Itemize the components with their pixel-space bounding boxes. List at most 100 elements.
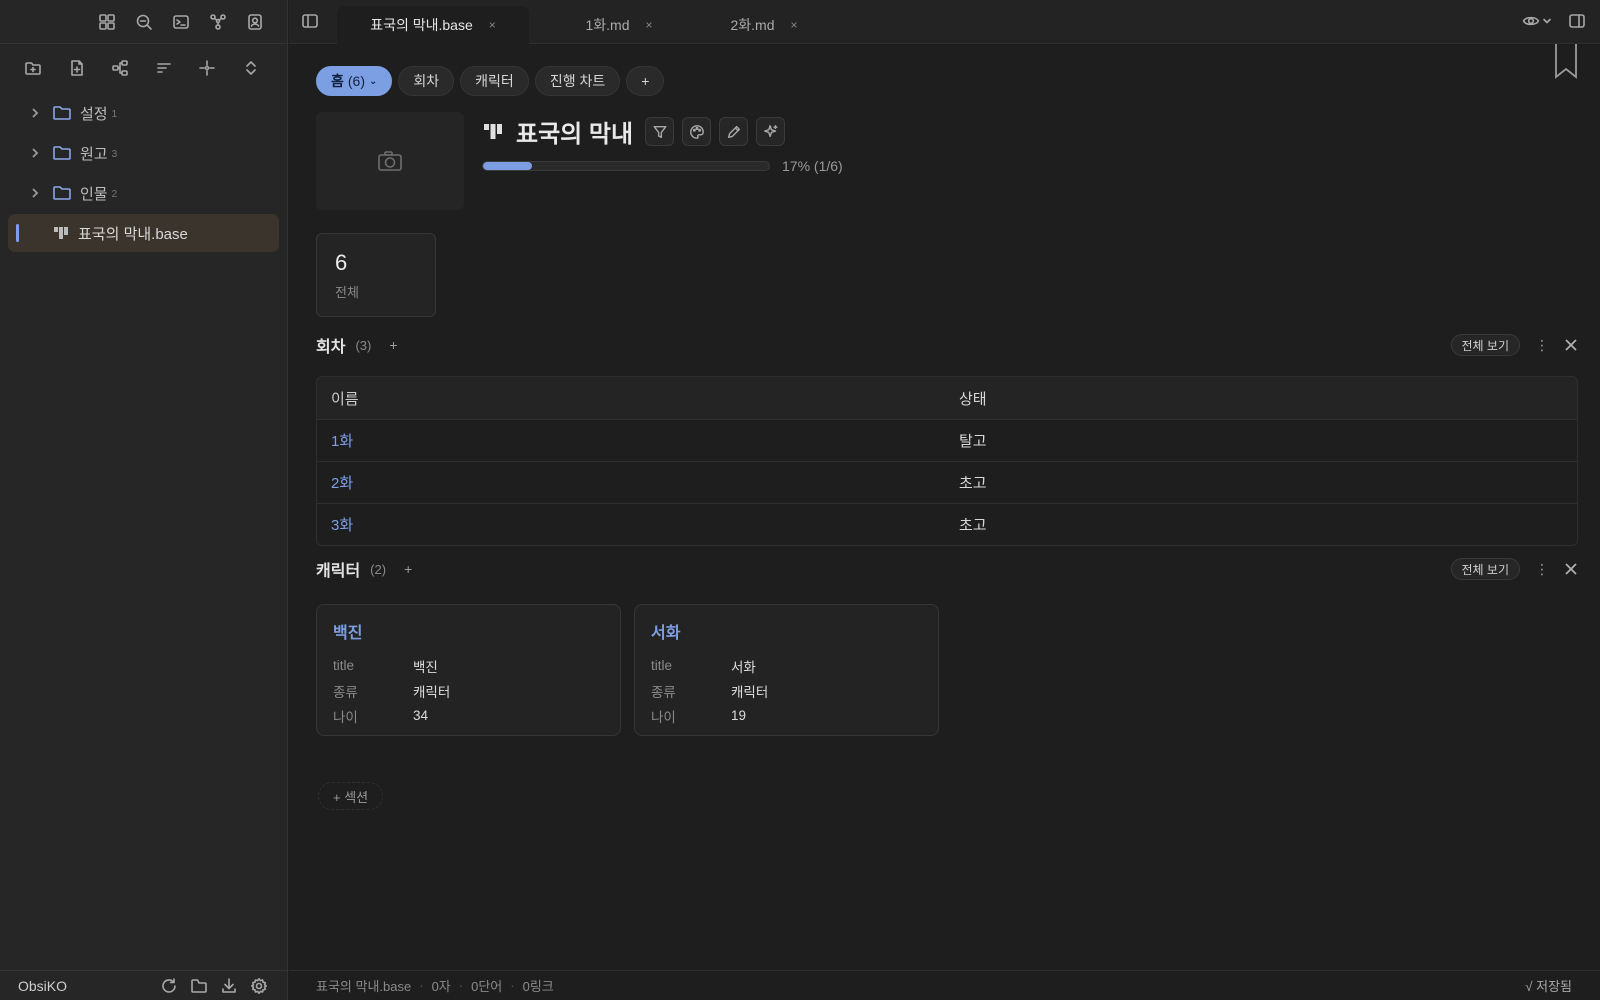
add-section-button[interactable]: + 섹션 — [318, 782, 384, 810]
filter-button[interactable] — [645, 117, 675, 146]
close-icon[interactable] — [1564, 562, 1578, 576]
more-options-button[interactable]: ⋮ — [1534, 561, 1550, 578]
tab-episode-2[interactable]: 2화.md × — [694, 6, 834, 44]
terminal-button[interactable] — [162, 7, 199, 37]
eye-icon — [1522, 16, 1540, 26]
dashboard-button[interactable] — [88, 7, 125, 37]
more-options-button[interactable]: ⋮ — [1534, 337, 1550, 354]
property-row: 나이 34 — [333, 703, 604, 728]
status-cell: 탈고 — [959, 433, 987, 450]
stat-card-total[interactable]: 6 전체 — [316, 233, 436, 317]
toggle-right-sidebar-button[interactable] — [1568, 12, 1586, 30]
contact-card-icon — [247, 13, 262, 30]
tree-file-base[interactable]: 표국의 막내.base — [8, 214, 279, 252]
tree-folder-settings[interactable]: 설정 1 — [8, 94, 279, 132]
close-icon[interactable] — [1564, 338, 1578, 352]
folder-icon — [53, 186, 71, 200]
tree-item-label: 설정 — [80, 105, 108, 123]
file-tree: 설정 1 원고 3 인물 2 표국의 막내.base — [0, 92, 287, 252]
theme-button[interactable] — [682, 117, 712, 146]
episode-link[interactable]: 2화 — [331, 475, 353, 492]
tab-base[interactable]: 표국의 막내.base × — [337, 6, 529, 44]
chevron-right-icon — [32, 108, 39, 118]
add-view-button[interactable]: + — [626, 66, 665, 96]
view-mode-button[interactable] — [1522, 12, 1552, 30]
canvas-button[interactable] — [109, 52, 153, 84]
column-header-name[interactable]: 이름 — [317, 388, 945, 409]
ai-assist-button[interactable] — [756, 117, 786, 146]
search-button[interactable] — [125, 7, 162, 37]
tab-close-button[interactable]: × — [646, 18, 653, 32]
section-tools: 전체 보기 ⋮ — [1450, 334, 1579, 356]
tab-episode-1[interactable]: 1화.md × — [549, 6, 689, 44]
palette-icon — [689, 124, 704, 139]
property-row: title 백진 — [333, 653, 604, 678]
view-all-button[interactable]: 전체 보기 — [1450, 558, 1520, 580]
character-card[interactable]: 서화 title 서화 종류 캐릭터 나이 19 — [634, 604, 939, 736]
cover-image-placeholder[interactable] — [316, 112, 464, 210]
file-plus-icon — [70, 60, 83, 76]
reveal-active-file-button[interactable] — [196, 52, 240, 84]
page-title: 표국의 막내 — [516, 121, 634, 148]
pill-episodes[interactable]: 회차 — [398, 66, 455, 96]
property-value: 백진 — [413, 659, 438, 675]
profile-button[interactable] — [236, 7, 273, 37]
section-add-button[interactable]: + — [389, 337, 397, 353]
crosshair-icon — [199, 60, 215, 76]
sync-button[interactable] — [154, 977, 184, 995]
bookmark-icon — [1555, 44, 1577, 79]
property-key: 나이 — [651, 709, 676, 725]
gear-icon — [251, 977, 267, 994]
bookmark-button[interactable] — [1554, 44, 1578, 80]
property-value: 19 — [731, 708, 747, 723]
episode-link[interactable]: 1화 — [331, 433, 353, 450]
edit-button[interactable] — [719, 117, 749, 146]
pill-characters[interactable]: 캐릭터 — [460, 66, 529, 96]
character-card[interactable]: 백진 title 백진 종류 캐릭터 나이 34 — [316, 604, 621, 736]
table-header-row: 이름 상태 — [317, 377, 1577, 419]
column-header-status[interactable]: 상태 — [945, 388, 1577, 409]
episode-link[interactable]: 3화 — [331, 517, 353, 534]
hierarchy-icon — [112, 60, 128, 76]
stat-label: 전체 — [335, 285, 359, 300]
new-folder-button[interactable] — [22, 52, 66, 84]
sidebar-right-icon — [1569, 14, 1585, 28]
character-name-link[interactable]: 백진 — [333, 619, 604, 643]
pill-progress-chart[interactable]: 진행 차트 — [534, 66, 621, 96]
graph-button[interactable] — [199, 7, 236, 37]
toggle-left-sidebar-button[interactable] — [301, 12, 319, 30]
section-header-episodes: 회차 (3) + 전체 보기 ⋮ — [316, 332, 1578, 358]
section-tools: 전체 보기 ⋮ — [1450, 558, 1579, 580]
tab-close-button[interactable]: × — [489, 18, 496, 32]
download-button[interactable] — [214, 977, 244, 995]
sort-button[interactable] — [153, 52, 197, 84]
tree-folder-characters[interactable]: 인물 2 — [8, 174, 279, 212]
pill-count: (6) — [347, 73, 366, 89]
table-row: 3화 초고 — [317, 503, 1577, 545]
chevron-right-icon — [32, 148, 39, 158]
tab-close-button[interactable]: × — [791, 18, 798, 32]
tree-item-label: 표국의 막내.base — [78, 225, 188, 243]
property-key: title — [333, 658, 355, 673]
tree-item-count: 1 — [111, 109, 118, 120]
progress-label: 17% (1/6) — [782, 158, 843, 174]
vault-name[interactable]: ObsiKO — [18, 978, 154, 994]
tab-label: 2화.md — [730, 17, 775, 33]
property-value: 서화 — [731, 659, 756, 675]
dashboard-icon — [98, 13, 115, 30]
new-note-button[interactable] — [66, 52, 110, 84]
settings-button[interactable] — [244, 977, 274, 995]
character-name-link[interactable]: 서화 — [651, 619, 922, 643]
active-indicator — [16, 224, 19, 242]
view-all-button[interactable]: 전체 보기 — [1450, 334, 1520, 356]
folder-icon — [53, 146, 71, 160]
open-vault-button[interactable] — [184, 977, 214, 995]
search-icon — [136, 14, 152, 30]
filter-icon — [653, 125, 667, 138]
collapse-all-button[interactable] — [240, 52, 284, 84]
property-row: title 서화 — [651, 653, 922, 678]
section-add-button[interactable]: + — [404, 561, 412, 577]
tree-folder-manuscript[interactable]: 원고 3 — [8, 134, 279, 172]
pill-home[interactable]: 홈 (6) ⌄ — [316, 66, 393, 96]
tab-label: 표국의 막내.base — [370, 17, 473, 33]
